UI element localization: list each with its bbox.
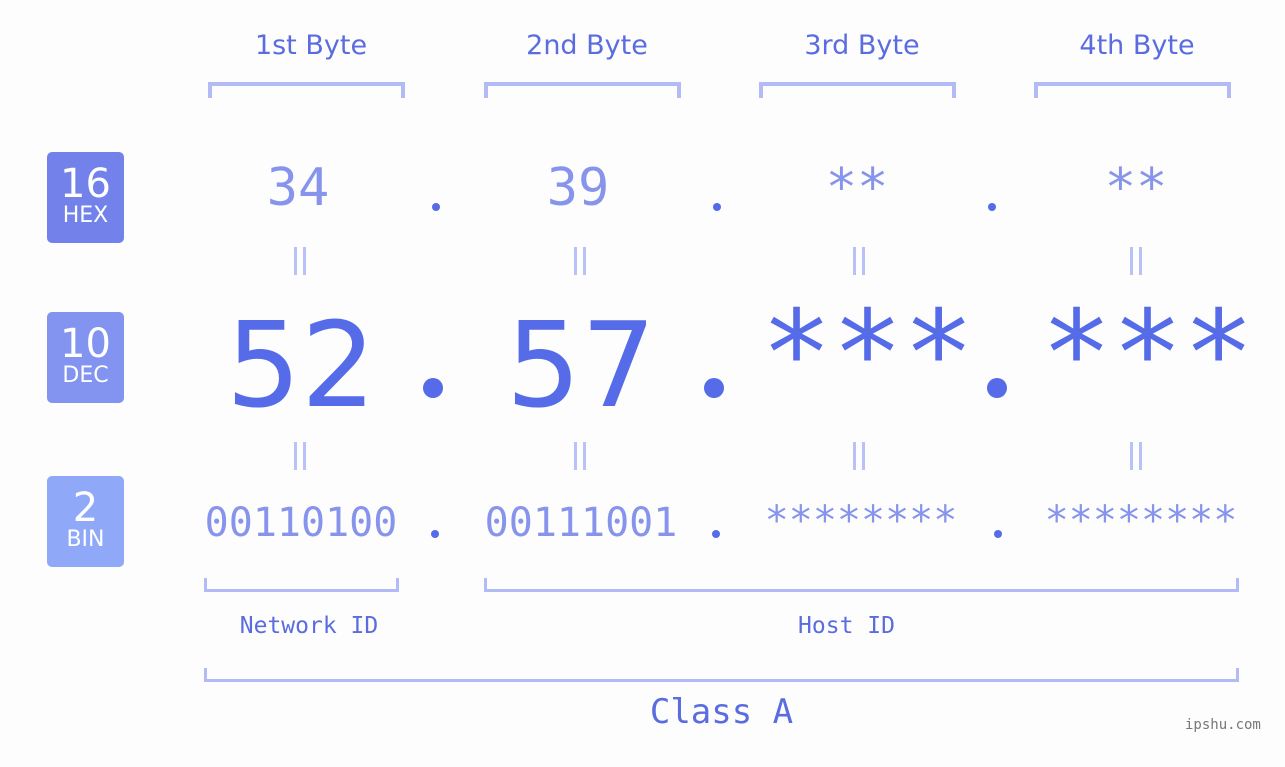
dec-value-4: *** <box>1041 284 1255 422</box>
bin-value-4: ******** <box>1044 498 1238 544</box>
dec-value-2: 57 <box>505 296 657 434</box>
hex-value-2: 39 <box>546 158 610 218</box>
equals-icon <box>1128 247 1144 275</box>
equals-icon <box>1128 442 1144 470</box>
hex-separator-dot <box>432 203 440 211</box>
host-id-label: Host ID <box>798 613 895 639</box>
hex-separator-dot <box>713 203 721 211</box>
bin-value-3: ******** <box>764 498 958 544</box>
dec-badge-label: DEC <box>62 363 109 388</box>
bin-badge: 2 BIN <box>47 476 124 567</box>
equals-icon <box>851 247 867 275</box>
class-bracket <box>204 668 1239 682</box>
dec-separator-dot <box>704 378 724 398</box>
bin-badge-number: 2 <box>72 485 99 531</box>
equals-icon <box>851 442 867 470</box>
byte-header-1: 1st Byte <box>254 30 368 61</box>
bin-separator-dot <box>994 530 1002 538</box>
class-label: Class A <box>649 692 794 732</box>
hex-value-4: ** <box>1104 158 1168 218</box>
bin-separator-dot <box>712 530 720 538</box>
bin-value-2: 00111001 <box>484 500 678 546</box>
hex-separator-dot <box>988 203 996 211</box>
equals-icon <box>572 442 588 470</box>
host-id-bracket <box>484 578 1239 592</box>
dec-separator-dot <box>987 378 1007 398</box>
watermark: ipshu.com <box>1185 717 1261 733</box>
dec-badge: 10 DEC <box>47 312 124 403</box>
byte-header-3: 3rd Byte <box>804 30 920 61</box>
byte-bracket-1 <box>208 82 405 98</box>
hex-value-1: 34 <box>266 158 330 218</box>
equals-icon <box>572 247 588 275</box>
dec-separator-dot <box>423 378 443 398</box>
bin-separator-dot <box>431 530 439 538</box>
bin-badge-label: BIN <box>66 527 105 552</box>
network-id-label: Network ID <box>239 613 379 639</box>
bin-value-1: 00110100 <box>204 500 398 546</box>
byte-header-2: 2nd Byte <box>526 30 648 61</box>
byte-bracket-2 <box>484 82 681 98</box>
hex-badge-number: 16 <box>60 161 111 207</box>
byte-bracket-3 <box>759 82 956 98</box>
equals-icon <box>292 442 308 470</box>
dec-value-3: *** <box>761 284 975 422</box>
byte-bracket-4 <box>1034 82 1231 98</box>
hex-value-3: ** <box>825 158 889 218</box>
hex-badge-label: HEX <box>62 203 109 228</box>
equals-icon <box>292 247 308 275</box>
dec-value-1: 52 <box>225 296 377 434</box>
hex-badge: 16 HEX <box>47 152 124 243</box>
dec-badge-number: 10 <box>60 321 111 367</box>
byte-header-4: 4th Byte <box>1079 30 1195 61</box>
network-id-bracket <box>204 578 399 592</box>
